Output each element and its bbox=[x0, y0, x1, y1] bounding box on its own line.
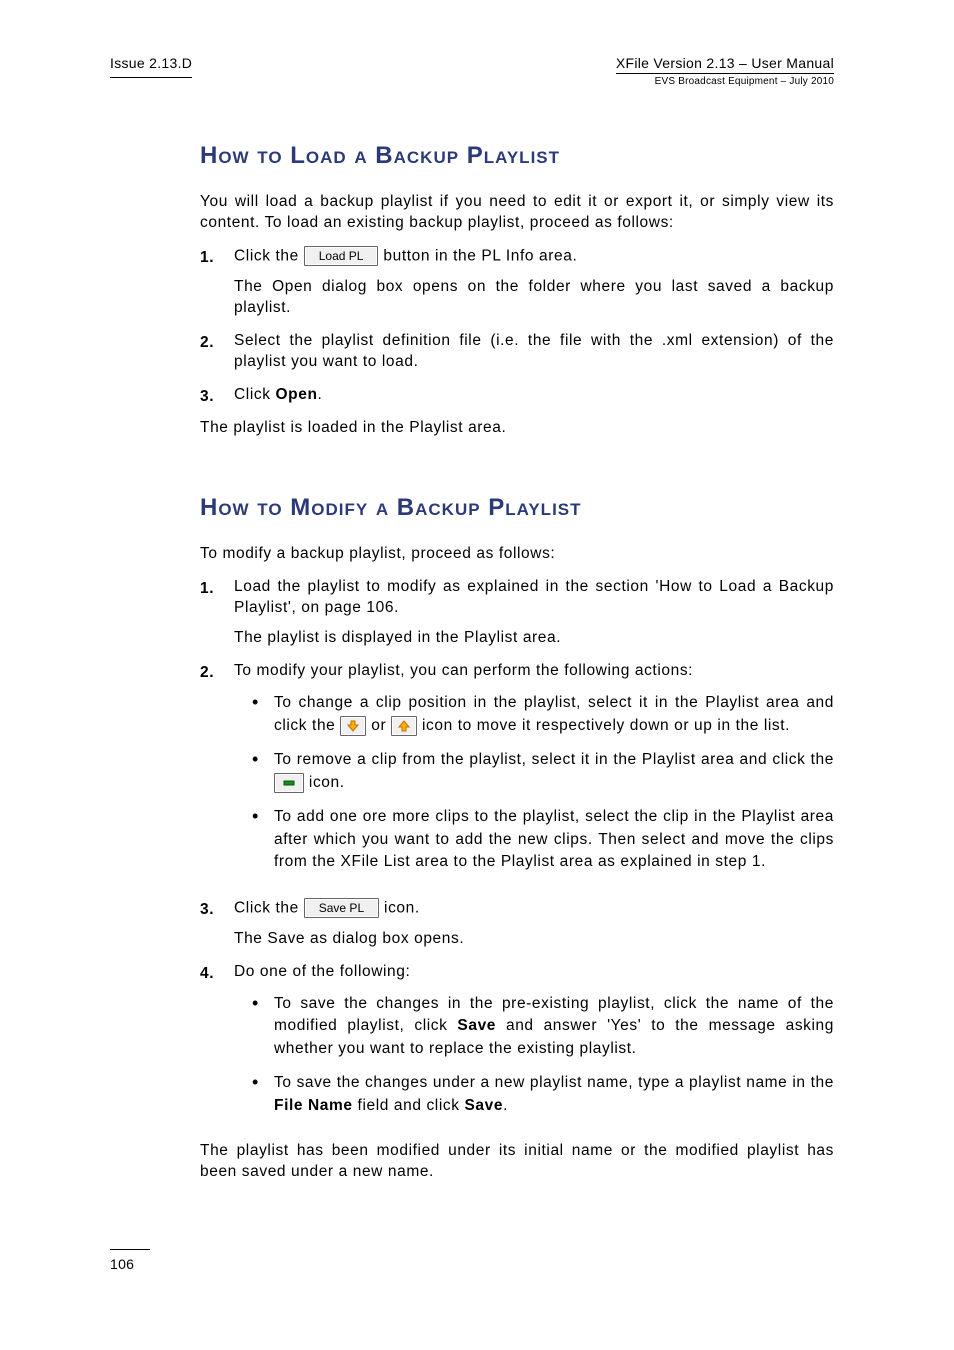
header-issue: Issue 2.13.D bbox=[110, 55, 192, 78]
section2-steps: 1. Load the playlist to modify as explai… bbox=[200, 577, 834, 1129]
text: icon. bbox=[304, 774, 345, 791]
bullet-item: To add one ore more clips to the playlis… bbox=[252, 806, 834, 873]
step-number: 4. bbox=[200, 962, 234, 983]
bullet-item: To save the changes in the pre-existing … bbox=[252, 993, 834, 1060]
bullet-item: To save the changes under a new playlist… bbox=[252, 1072, 834, 1117]
text: Click the bbox=[234, 247, 304, 264]
text: button in the PL Info area. bbox=[378, 247, 577, 264]
load-pl-button[interactable]: Load PL bbox=[304, 246, 379, 266]
step-text: Do one of the following: bbox=[234, 962, 834, 983]
text: . bbox=[318, 386, 323, 403]
section-title-load: How to Load a Backup Playlist bbox=[200, 142, 834, 170]
step-number: 1. bbox=[200, 577, 234, 598]
open-label: Open bbox=[276, 386, 318, 403]
save-pl-button[interactable]: Save PL bbox=[304, 898, 379, 918]
text: To remove a clip from the playlist, sele… bbox=[274, 751, 834, 768]
text: or bbox=[366, 717, 391, 734]
move-up-icon[interactable] bbox=[391, 716, 417, 736]
bullet-item: To change a clip position in the playlis… bbox=[252, 692, 834, 737]
header-subtitle: EVS Broadcast Equipment – July 2010 bbox=[616, 74, 834, 87]
header-title: XFile Version 2.13 – User Manual bbox=[616, 55, 834, 74]
section2-outro: The playlist has been modified under its… bbox=[200, 1141, 834, 1183]
step-text: Click the Load PL button in the PL Info … bbox=[234, 246, 834, 267]
step-number: 2. bbox=[200, 661, 234, 682]
step-text: The playlist is displayed in the Playlis… bbox=[234, 628, 834, 649]
filename-label: File Name bbox=[274, 1097, 353, 1114]
bullet-item: To remove a clip from the playlist, sele… bbox=[252, 749, 834, 794]
step-number: 1. bbox=[200, 246, 234, 267]
section1-intro: You will load a backup playlist if you n… bbox=[200, 192, 834, 234]
text: To save the changes under a new playlist… bbox=[274, 1074, 834, 1091]
step-text: Select the playlist definition file (i.e… bbox=[234, 331, 834, 373]
remove-clip-icon[interactable] bbox=[274, 773, 304, 793]
step-number: 3. bbox=[200, 898, 234, 919]
text: icon to move it respectively down or up … bbox=[417, 717, 790, 734]
section1-outro: The playlist is loaded in the Playlist a… bbox=[200, 418, 834, 439]
save-label: Save bbox=[457, 1017, 496, 1034]
section1-steps: 1. Click the Load PL button in the PL In… bbox=[200, 246, 834, 406]
step-text: Click the Save PL icon. bbox=[234, 898, 834, 919]
step-text: Load the playlist to modify as explained… bbox=[234, 577, 834, 619]
page-number: 106 bbox=[110, 1249, 150, 1272]
step-text: The Save as dialog box opens. bbox=[234, 929, 834, 950]
section2-intro: To modify a backup playlist, proceed as … bbox=[200, 544, 834, 565]
save-label: Save bbox=[464, 1097, 503, 1114]
text: Click the bbox=[234, 899, 304, 916]
step-number: 3. bbox=[200, 385, 234, 406]
text: field and click bbox=[353, 1097, 465, 1114]
move-down-icon[interactable] bbox=[340, 716, 366, 736]
step-number: 2. bbox=[200, 331, 234, 352]
step-text: To modify your playlist, you can perform… bbox=[234, 661, 834, 682]
header-right: XFile Version 2.13 – User Manual EVS Bro… bbox=[616, 55, 834, 87]
section-title-modify: How to Modify a Backup Playlist bbox=[200, 494, 834, 522]
step-text: The Open dialog box opens on the folder … bbox=[234, 277, 834, 319]
page-header: Issue 2.13.D XFile Version 2.13 – User M… bbox=[110, 55, 834, 87]
step-text: Click Open. bbox=[234, 385, 834, 406]
text: . bbox=[503, 1097, 508, 1114]
text: icon. bbox=[379, 899, 420, 916]
text: Click bbox=[234, 386, 276, 403]
